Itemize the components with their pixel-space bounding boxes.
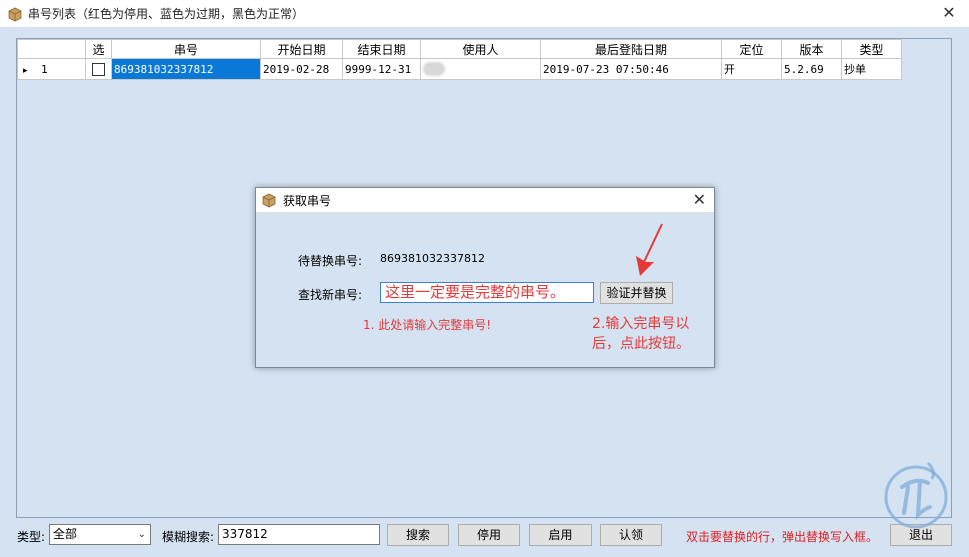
- watermark-logo-icon: [884, 461, 948, 529]
- col-header-rownum: [17, 39, 86, 59]
- close-icon[interactable]: ✕: [939, 3, 959, 23]
- row-checkbox[interactable]: [92, 62, 105, 76]
- dialog-titlebar: 获取串号 ✕: [256, 188, 714, 213]
- window-title: 串号列表（红色为停用、蓝色为过期，黑色为正常）: [28, 7, 305, 21]
- cell-type[interactable]: 抄单: [841, 58, 902, 80]
- serial-table: 选 串号 开始日期 结束日期 使用人 最后登陆日期 定位 版本 类型 ▸ 1 8…: [17, 39, 902, 80]
- new-serial-label: 查找新串号:: [298, 288, 363, 302]
- bottom-toolbar: 类型: 全部 ⌄ 模糊搜索: 337812 搜索 停用 启用 认领 双击要替换的…: [0, 522, 969, 550]
- enable-button[interactable]: 启用: [529, 524, 592, 546]
- type-select[interactable]: 全部 ⌄: [49, 524, 151, 545]
- col-header-end-date[interactable]: 结束日期: [342, 39, 421, 59]
- col-header-locate[interactable]: 定位: [721, 39, 782, 59]
- cell-start-date[interactable]: 2019-02-28: [260, 58, 343, 80]
- cell-locate[interactable]: 开: [721, 58, 782, 80]
- col-header-serial[interactable]: 串号: [111, 39, 261, 59]
- col-header-select[interactable]: 选: [85, 39, 112, 59]
- table-row[interactable]: ▸ 1 869381032337812 2019-02-28 9999-12-3…: [17, 58, 902, 80]
- search-button[interactable]: 搜索: [387, 524, 449, 546]
- replace-serial-value: 869381032337812: [380, 252, 485, 265]
- col-header-last-login[interactable]: 最后登陆日期: [540, 39, 722, 59]
- col-header-type[interactable]: 类型: [841, 39, 902, 59]
- annotation-note-1: 1. 此处请输入完整串号!: [363, 318, 492, 332]
- double-click-hint: 双击要替换的行，弹出替换写入框。: [686, 530, 879, 544]
- row-indicator-icon: ▸: [23, 65, 28, 76]
- type-label: 类型:: [17, 530, 46, 544]
- cell-last-login[interactable]: 2019-07-23 07:50:46: [540, 58, 722, 80]
- table-header-row: 选 串号 开始日期 结束日期 使用人 最后登陆日期 定位 版本 类型: [17, 39, 902, 59]
- verify-replace-button[interactable]: 验证并替换: [600, 282, 673, 304]
- chevron-down-icon: ⌄: [137, 529, 146, 540]
- row-select-cell[interactable]: [85, 58, 112, 80]
- disable-button[interactable]: 停用: [458, 524, 520, 546]
- type-select-value: 全部: [53, 527, 78, 541]
- row-header[interactable]: ▸ 1: [17, 58, 86, 80]
- package-icon: [262, 193, 276, 208]
- annotation-note-2: 2.输入完串号以后，点此按钮。: [592, 316, 690, 352]
- window-titlebar: 串号列表（红色为停用、蓝色为过期，黑色为正常） ✕: [0, 0, 969, 27]
- redacted-user: [423, 62, 445, 76]
- approve-button[interactable]: 认领: [600, 524, 662, 546]
- fuzzy-search-input[interactable]: 337812: [218, 524, 380, 545]
- replace-serial-label: 待替换串号:: [298, 254, 363, 268]
- row-index: 1: [41, 62, 49, 76]
- cell-serial[interactable]: 869381032337812: [111, 58, 261, 80]
- cell-user[interactable]: [420, 58, 541, 80]
- new-serial-input[interactable]: 这里一定要是完整的串号。: [380, 282, 594, 303]
- col-header-start-date[interactable]: 开始日期: [260, 39, 343, 59]
- package-icon: [8, 7, 22, 21]
- red-arrow-icon: [636, 223, 663, 276]
- dialog-title: 获取串号: [283, 193, 332, 208]
- cell-end-date[interactable]: 9999-12-31: [342, 58, 421, 80]
- cell-version[interactable]: 5.2.69: [781, 58, 842, 80]
- col-header-user[interactable]: 使用人: [420, 39, 541, 59]
- fuzzy-search-label: 模糊搜索:: [162, 530, 215, 544]
- col-header-version[interactable]: 版本: [781, 39, 842, 59]
- dialog-close-icon[interactable]: ✕: [693, 190, 706, 209]
